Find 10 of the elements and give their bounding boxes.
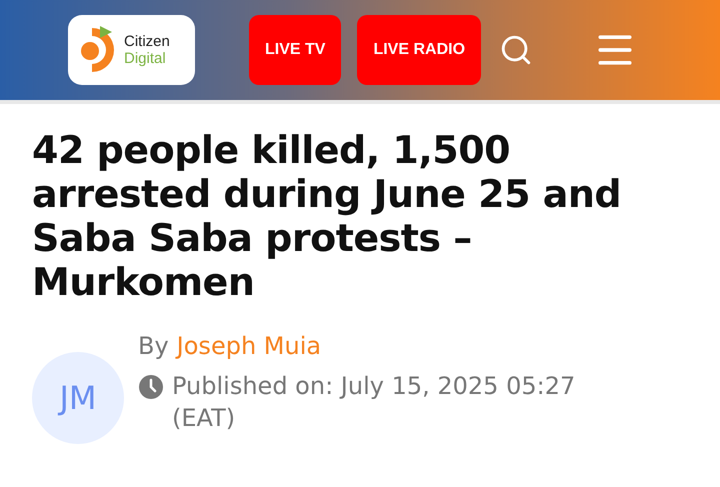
logo-text: Digital <box>124 50 167 67</box>
logo-text: Citizen <box>124 33 170 50</box>
byline-label: By <box>138 331 169 362</box>
live-button[interactable]: LIVE RADIO <box>357 15 482 85</box>
logo[interactable]: Citizen Digital <box>68 15 195 85</box>
author-avatar: JM <box>32 352 124 444</box>
article-headline: 42 people killed, 1,500 arrested during June 25 and Saba Saba protests – Murkomen <box>31 128 622 304</box>
published-date: Published on: July 15, 2025 05:27 (EAT) <box>172 371 576 434</box>
live-button[interactable]: LIVE TV <box>249 15 342 85</box>
author-link[interactable]: Joseph Muia <box>176 330 322 362</box>
